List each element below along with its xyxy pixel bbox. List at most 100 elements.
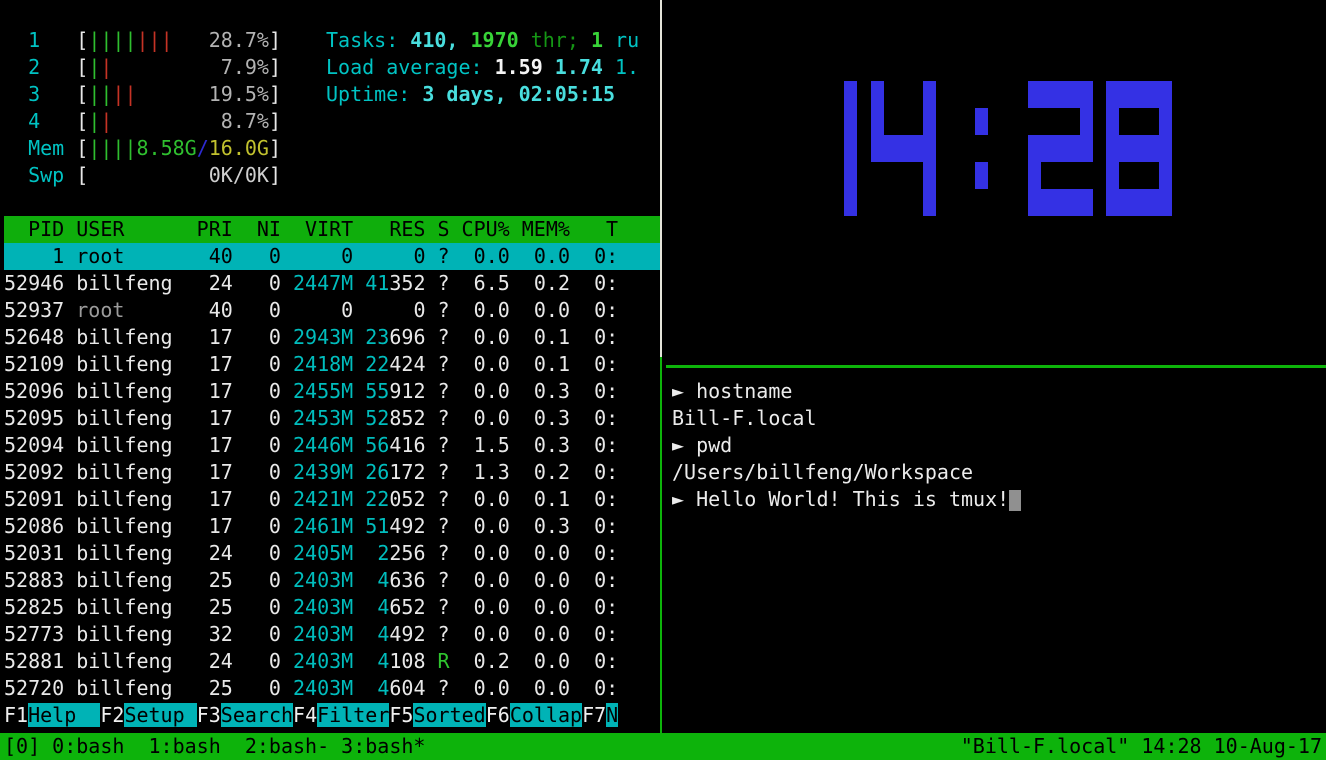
fkey-f6-button[interactable]: F6Collap [486, 703, 582, 727]
process-row-1[interactable]: 1 root 40 0 0 0 ? 0.0 0.0 0: [4, 243, 660, 270]
clock-segment [923, 162, 936, 189]
fkey-label: F6 [486, 703, 510, 727]
clock-digit-1 [792, 81, 858, 216]
clock-segment [844, 135, 857, 162]
fkey-f3-button[interactable]: F3Search [197, 703, 293, 727]
clock-digit-colon [949, 81, 1015, 216]
process-row-52094[interactable]: 52094 billfeng 17 0 2446M 56416 ? 1.5 0.… [4, 432, 660, 459]
fkey-label: F7 [582, 703, 606, 727]
process-row-52883[interactable]: 52883 billfeng 25 0 2403M 4636 ? 0.0 0.0… [4, 567, 660, 594]
process-row-52095[interactable]: 52095 billfeng 17 0 2453M 52852 ? 0.0 0.… [4, 405, 660, 432]
htop-cpu-memory-meters: 1 [||||||| 28.7%] 2 [|| 7.9%] 3 [|||| 19… [4, 27, 281, 189]
tmux-window-list[interactable]: [0] 0:bash 1:bash 2:bash- 3:bash* [4, 733, 425, 760]
process-row-52946[interactable]: 52946 billfeng 24 0 2447M 41352 ? 6.5 0.… [4, 270, 660, 297]
clock-segment [1080, 189, 1093, 216]
htop-tasks-load-uptime: Tasks: 410, 1970 thr; 1 ruLoad average: … [326, 27, 639, 108]
prompt-arrow-icon: ► [672, 487, 696, 511]
clock-digit-4 [871, 81, 937, 216]
shell-output-line: Bill-F.local [672, 405, 1320, 432]
fkey-f2-button[interactable]: F2Setup [100, 703, 196, 727]
clock-segment [1067, 81, 1080, 108]
terminal-cursor[interactable] [1009, 490, 1021, 511]
fkey-action-label: Collap [510, 703, 582, 727]
clock-segment [1159, 108, 1172, 135]
clock-segment [844, 189, 857, 216]
process-row-52648[interactable]: 52648 billfeng 17 0 2943M 23696 ? 0.0 0.… [4, 324, 660, 351]
tmux-screen: 1 [||||||| 28.7%] 2 [|| 7.9%] 3 [|||| 19… [0, 0, 1326, 760]
clock-segment [1028, 189, 1041, 216]
clock-segment [1028, 162, 1041, 189]
clock-segment [923, 135, 936, 162]
fkey-f7-button[interactable]: F7N [582, 703, 618, 727]
clock-segment [1146, 81, 1159, 108]
fkey-action-label: Filter [317, 703, 389, 727]
clock-segment [1133, 81, 1146, 108]
process-row-52720[interactable]: 52720 billfeng 25 0 2403M 4604 ? 0.0 0.0… [4, 675, 660, 702]
fkey-f1-button[interactable]: F1Help [4, 703, 100, 727]
fkey-f4-button[interactable]: F4Filter [293, 703, 389, 727]
clock-segment [1067, 189, 1080, 216]
pane-divider-vertical[interactable] [660, 0, 662, 357]
process-row-52092[interactable]: 52092 billfeng 17 0 2439M 26172 ? 1.3 0.… [4, 459, 660, 486]
clock-segment [923, 189, 936, 216]
clock-segment [1028, 135, 1041, 162]
clock-segment [1106, 189, 1119, 216]
shell-output-line: /Users/billfeng/Workspace [672, 459, 1320, 486]
fkey-label: F5 [389, 703, 413, 727]
clock-segment [923, 81, 936, 108]
clock-segment [844, 108, 857, 135]
fkey-action-label: Search [221, 703, 293, 727]
tmux-clock [792, 81, 1172, 216]
htop-process-table[interactable]: PID USER PRI NI VIRT RES S CPU% MEM% T 1… [4, 216, 660, 702]
fkey-action-label: Sorted [413, 703, 485, 727]
tmux-status-bar: [0] 0:bash 1:bash 2:bash- 3:bash* "Bill-… [0, 733, 1326, 760]
fkey-label: F3 [197, 703, 221, 727]
process-row-52096[interactable]: 52096 billfeng 17 0 2455M 55912 ? 0.0 0.… [4, 378, 660, 405]
process-row-52086[interactable]: 52086 billfeng 17 0 2461M 51492 ? 0.0 0.… [4, 513, 660, 540]
clock-segment [1159, 135, 1172, 162]
clock-segment [871, 108, 884, 135]
clock-segment [1054, 189, 1067, 216]
clock-segment [1041, 189, 1054, 216]
clock-segment [1041, 135, 1054, 162]
shell-pane[interactable]: ► hostnameBill-F.local► pwd/Users/billfe… [672, 378, 1320, 513]
clock-segment [1106, 81, 1119, 108]
process-row-52825[interactable]: 52825 billfeng 25 0 2403M 4652 ? 0.0 0.0… [4, 594, 660, 621]
clock-segment [1159, 189, 1172, 216]
clock-segment [1159, 81, 1172, 108]
process-row-52109[interactable]: 52109 billfeng 17 0 2418M 22424 ? 0.0 0.… [4, 351, 660, 378]
fkey-label: F1 [4, 703, 28, 727]
prompt-arrow-icon: ► [672, 433, 696, 457]
clock-segment [910, 135, 923, 162]
clock-segment [1119, 189, 1132, 216]
htop-function-key-bar[interactable]: F1Help F2Setup F3SearchF4FilterF5SortedF… [4, 702, 618, 729]
clock-segment [1133, 189, 1146, 216]
pane-divider-vertical-active[interactable] [660, 357, 662, 733]
cpu-meter-4: 4 [|| 8.7%] [4, 108, 281, 135]
process-row-52881[interactable]: 52881 billfeng 24 0 2403M 4108 R 0.2 0.0… [4, 648, 660, 675]
clock-segment [1159, 162, 1172, 189]
clock-segment [923, 108, 936, 135]
process-row-52937[interactable]: 52937 root 40 0 0 0 ? 0.0 0.0 0: [4, 297, 660, 324]
clock-segment [844, 162, 857, 189]
clock-segment [1041, 81, 1054, 108]
clock-segment [1146, 135, 1159, 162]
shell-prompt-line: ► Hello World! This is tmux! [672, 486, 1320, 513]
clock-segment [1080, 108, 1093, 135]
clock-segment [1067, 135, 1080, 162]
cpu-meter-2: 2 [|| 7.9%] [4, 54, 281, 81]
process-row-52091[interactable]: 52091 billfeng 17 0 2421M 22052 ? 0.0 0.… [4, 486, 660, 513]
pane-divider-horizontal-active[interactable] [666, 365, 1326, 368]
clock-digit-8 [1106, 81, 1172, 216]
shell-prompt-line: ► hostname [672, 378, 1320, 405]
fkey-action-label: Setup [124, 703, 196, 727]
process-row-52031[interactable]: 52031 billfeng 24 0 2405M 2256 ? 0.0 0.0… [4, 540, 660, 567]
clock-segment [975, 108, 988, 135]
clock-segment [1106, 108, 1119, 135]
load-average-line: Load average: 1.59 1.74 1. [326, 54, 639, 81]
process-row-52773[interactable]: 52773 billfeng 32 0 2403M 4492 ? 0.0 0.0… [4, 621, 660, 648]
fkey-f5-button[interactable]: F5Sorted [389, 703, 485, 727]
clock-segment [1028, 81, 1041, 108]
clock-segment [897, 135, 910, 162]
process-table-header[interactable]: PID USER PRI NI VIRT RES S CPU% MEM% T [4, 216, 660, 243]
